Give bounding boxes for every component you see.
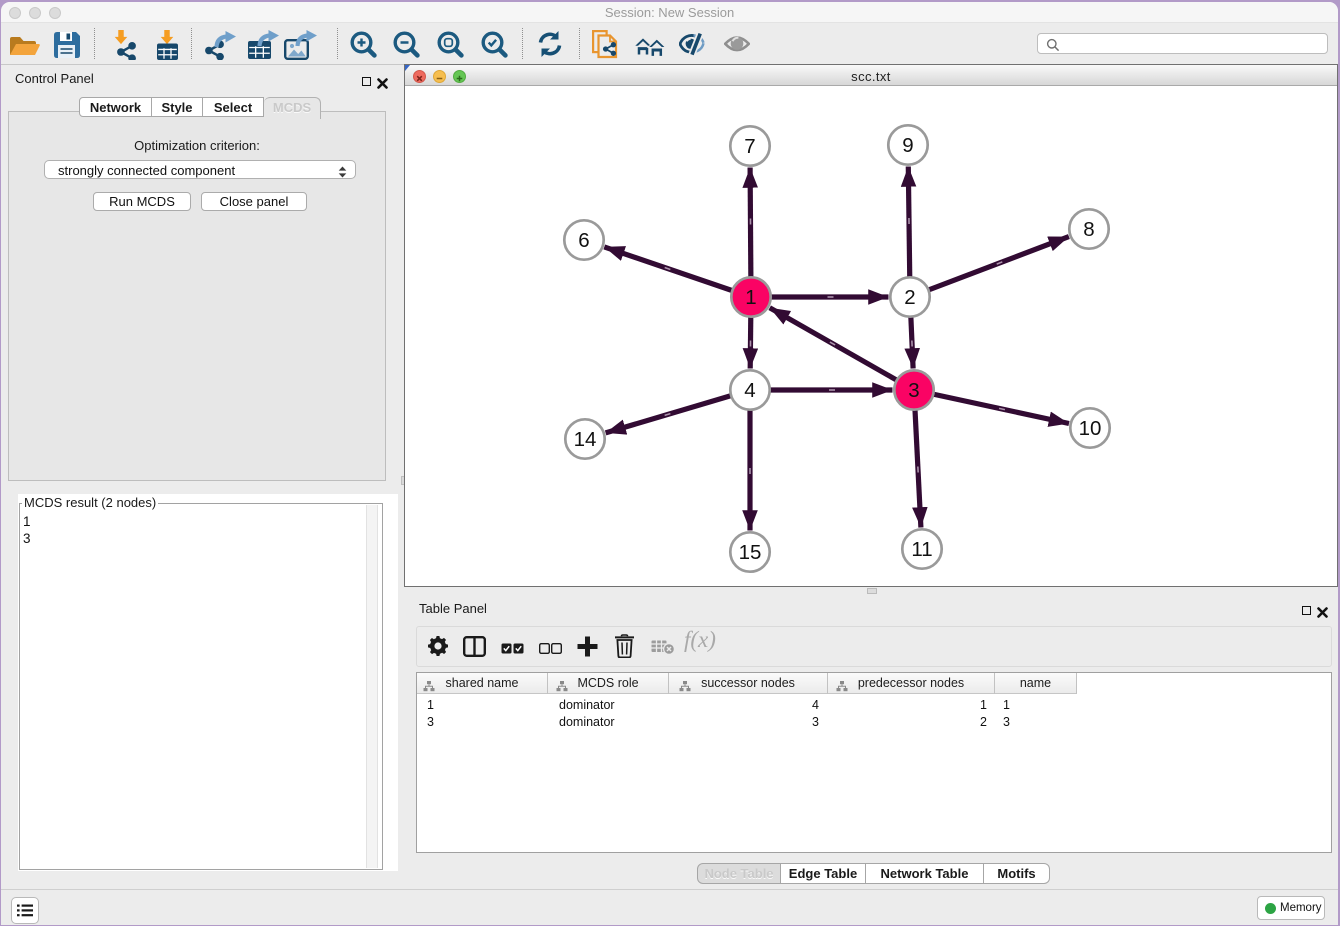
svg-text:9: 9 (902, 134, 913, 157)
svg-text:11: 11 (911, 538, 932, 561)
svg-text:1: 1 (745, 286, 756, 309)
svg-text:10: 10 (1079, 417, 1102, 440)
svg-text:4: 4 (744, 379, 755, 402)
svg-text:7: 7 (744, 135, 755, 158)
svg-text:8: 8 (1083, 218, 1094, 241)
svg-text:6: 6 (578, 229, 589, 252)
svg-text:3: 3 (908, 379, 919, 402)
svg-text:2: 2 (904, 286, 915, 309)
svg-text:15: 15 (739, 541, 762, 564)
svg-text:14: 14 (574, 428, 597, 451)
